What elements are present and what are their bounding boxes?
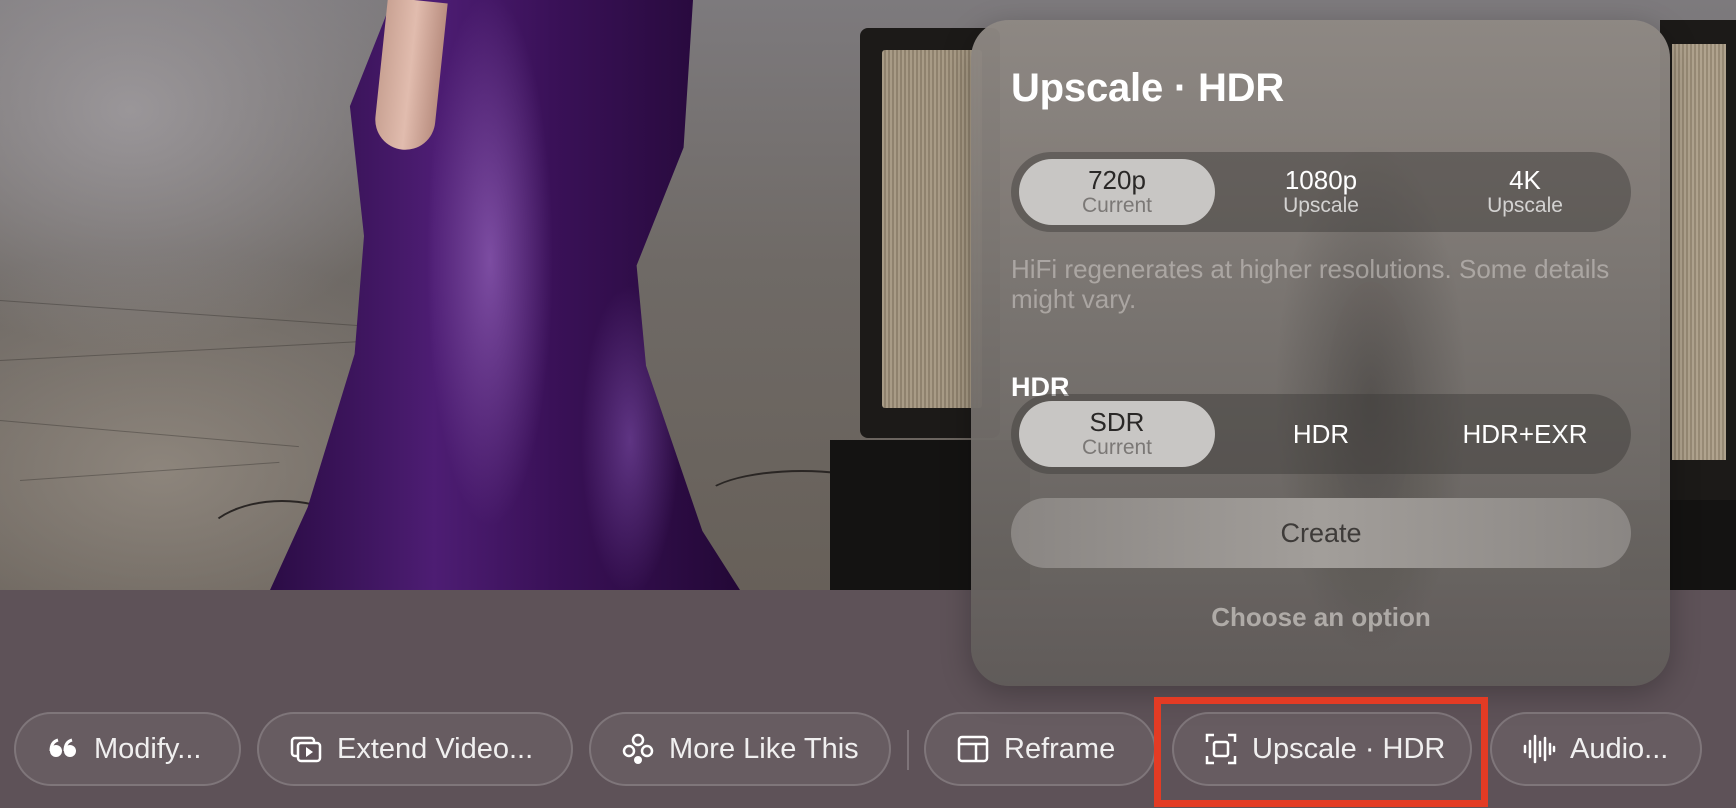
upscale-hdr-button[interactable]: Upscale · HDR	[1172, 712, 1472, 786]
extend-video-icon	[289, 732, 323, 766]
option-label: 1080p	[1284, 165, 1358, 195]
option-label: 4K	[1509, 165, 1541, 195]
toolbar-divider	[907, 730, 909, 770]
option-label: HDR+EXR	[1462, 419, 1588, 449]
modify-button[interactable]: Modify...	[14, 712, 241, 786]
modify-label: Modify...	[94, 732, 202, 765]
panel-title: Upscale · HDR	[1011, 66, 1285, 110]
resolution-option-1080p[interactable]: 1080p Upscale	[1223, 159, 1419, 225]
upscale-description: HiFi regenerates at higher resolutions. …	[1011, 254, 1610, 314]
upscale-hdr-label: Upscale · HDR	[1252, 732, 1446, 765]
reframe-icon	[956, 732, 990, 766]
reframe-button[interactable]: Reframe	[924, 712, 1156, 786]
choose-option-hint: Choose an option	[1211, 602, 1431, 632]
extend-video-button[interactable]: Extend Video...	[257, 712, 573, 786]
upscale-icon	[1204, 732, 1238, 766]
hdr-option-sdr[interactable]: SDR Current	[1019, 401, 1215, 467]
option-label: SDR	[1089, 407, 1145, 437]
hdr-segmented-control: SDR Current HDR HDR+EXR	[1011, 394, 1631, 474]
resolution-option-4k[interactable]: 4K Upscale	[1427, 159, 1623, 225]
action-toolbar: Modify... Extend Video... More Like This…	[0, 712, 1736, 788]
amplifier-right	[1660, 20, 1736, 500]
upscale-hdr-panel: Upscale · HDR 720p Current 1080p Upscale…	[971, 20, 1670, 686]
more-like-this-icon	[621, 732, 655, 766]
option-label: HDR	[1292, 419, 1350, 449]
resolution-option-720p[interactable]: 720p Current	[1019, 159, 1215, 225]
quote-icon	[46, 732, 80, 766]
option-sublabel: Upscale	[1283, 194, 1359, 217]
option-sublabel: Current	[1081, 436, 1153, 459]
audio-waveform-icon	[1522, 732, 1556, 766]
hdr-option-hdr[interactable]: HDR	[1223, 401, 1419, 467]
hdr-option-hdr-exr[interactable]: HDR+EXR	[1427, 401, 1623, 467]
audio-button[interactable]: Audio...	[1490, 712, 1702, 786]
option-sublabel: Current	[1081, 194, 1153, 217]
option-sublabel: Upscale	[1487, 194, 1563, 217]
create-button[interactable]: Create	[1011, 498, 1631, 568]
option-label: 720p	[1088, 165, 1146, 195]
audio-label: Audio...	[1570, 732, 1669, 765]
resolution-segmented-control: 720p Current 1080p Upscale 4K Upscale	[1011, 152, 1631, 232]
more-like-this-label: More Like This	[669, 732, 859, 765]
purple-dress-figure	[270, 0, 740, 590]
extend-video-label: Extend Video...	[337, 732, 534, 765]
more-like-this-button[interactable]: More Like This	[589, 712, 891, 786]
reframe-label: Reframe	[1004, 732, 1116, 765]
